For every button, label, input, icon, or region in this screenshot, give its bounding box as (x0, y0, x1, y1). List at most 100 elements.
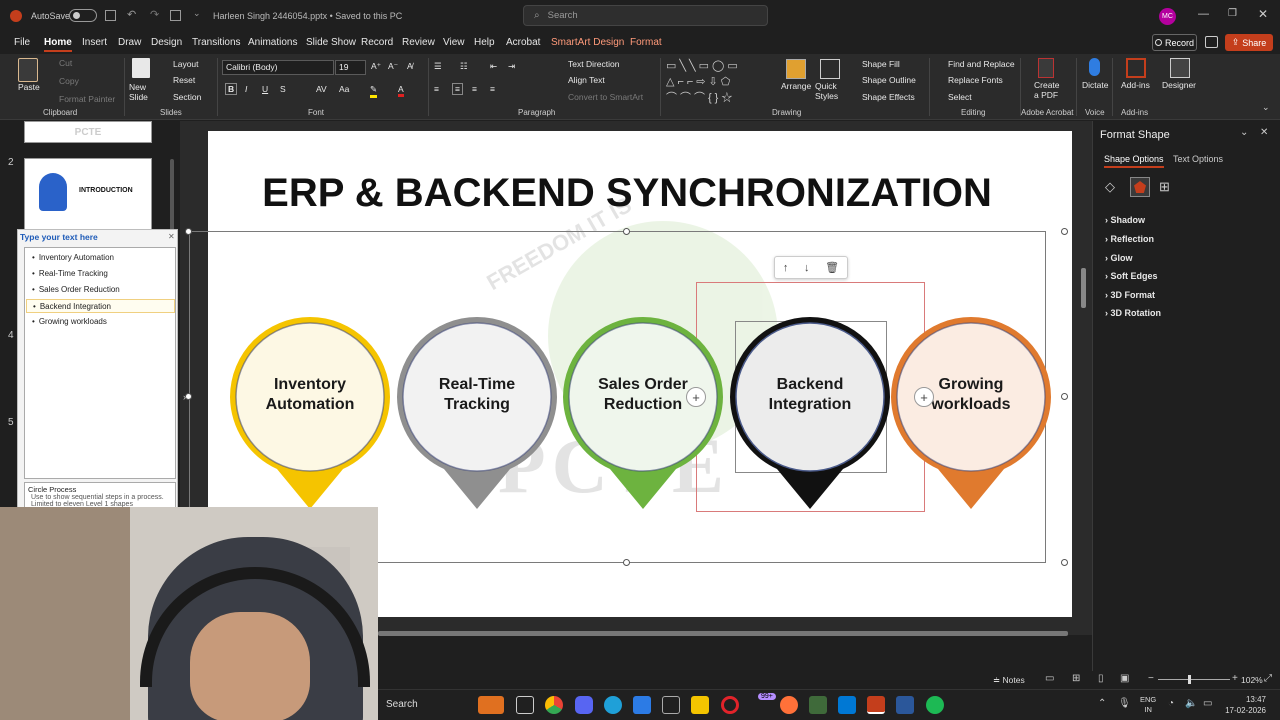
tab-review[interactable]: Review (402, 37, 435, 48)
italic-icon[interactable]: I (245, 84, 247, 94)
store-icon[interactable] (633, 696, 651, 714)
section-glow[interactable]: › Glow (1105, 253, 1133, 263)
vscode-icon[interactable] (838, 696, 856, 714)
add-shape-after-icon[interactable]: + (914, 387, 934, 407)
tray-mic-icon[interactable]: 🎙 (1118, 698, 1131, 709)
slideshow-view-icon[interactable]: ▣ (1120, 673, 1129, 684)
list-item[interactable]: • Real-Time Tracking (32, 269, 114, 278)
indent-icon[interactable]: ⇤ (490, 61, 497, 72)
size-properties-icon[interactable]: ⊞ (1159, 179, 1170, 195)
language-indicator[interactable]: ENG IN (1140, 695, 1156, 715)
copy-button[interactable]: Copy (59, 76, 79, 86)
restore-icon[interactable]: ❐ (1228, 8, 1237, 19)
font-color-icon[interactable]: A (398, 84, 404, 97)
tab-acrobat[interactable]: Acrobat (506, 37, 540, 48)
justify-icon[interactable]: ≡ (490, 84, 495, 94)
shapes-gallery[interactable]: ▭╲╲▭◯▭ △⌐⌐⇨⇩⬠ ⌒⌒⌒{}☆ (666, 58, 764, 106)
resize-handle-bc[interactable] (623, 559, 630, 566)
clear-format-icon[interactable]: A̸ (407, 61, 413, 71)
slide-thumbnail-2[interactable]: INTRODUCTION (24, 158, 152, 230)
slide-thumbnail-1[interactable]: PCTE (24, 121, 152, 143)
customize-toolbar-icon[interactable]: ⌄ (193, 8, 201, 19)
text-direction-button[interactable]: Text Direction (568, 59, 620, 69)
pin-shape-2[interactable]: Real-Time Tracking (397, 317, 557, 517)
task-view-icon[interactable] (516, 696, 534, 714)
addins-button[interactable]: Add-ins (1121, 80, 1150, 90)
slide-sorter-icon[interactable]: ⊞ (1072, 673, 1080, 684)
tab-help[interactable]: Help (474, 37, 495, 48)
font-name-field[interactable]: Calibri (Body) (222, 60, 334, 75)
discord-icon[interactable] (575, 696, 593, 714)
new-slide-icon[interactable] (132, 58, 150, 78)
list-item-active[interactable]: • Backend Integration (26, 299, 175, 313)
zoom-slider[interactable] (1158, 675, 1230, 684)
create-pdf-icon[interactable] (1038, 58, 1054, 78)
minimize-icon[interactable]: — (1198, 8, 1209, 20)
convert-smartart-button[interactable]: Convert to SmartArt (568, 92, 643, 102)
tab-insert[interactable]: Insert (82, 37, 107, 48)
canvas-horizontal-scrollbar[interactable] (378, 631, 1068, 636)
canvas-vertical-scrollbar[interactable] (1081, 268, 1086, 308)
tab-text-options[interactable]: Text Options (1173, 154, 1223, 164)
app-icon[interactable] (662, 696, 680, 714)
move-up-icon[interactable]: ↑ (783, 262, 789, 274)
redo-icon[interactable]: ↷ (150, 8, 159, 21)
tray-chevron-icon[interactable]: ⌃ (1098, 698, 1106, 709)
spotify-icon[interactable] (926, 696, 944, 714)
tab-smartart-design[interactable]: SmartArt Design (551, 37, 624, 48)
section-soft-edges[interactable]: › Soft Edges (1105, 271, 1158, 281)
clock[interactable]: 13:47 17-02-2026 (1221, 694, 1266, 716)
strikethrough-icon[interactable]: S (280, 84, 286, 94)
tab-record[interactable]: Record (361, 37, 393, 48)
tab-design[interactable]: Design (151, 37, 182, 48)
section-reflection[interactable]: › Reflection (1105, 234, 1154, 244)
zoom-out-icon[interactable]: − (1148, 673, 1154, 684)
reset-button[interactable]: Reset (173, 75, 195, 85)
pin-shape-1[interactable]: Inventory Automation (230, 317, 390, 517)
notes-button[interactable]: ≐ Notes (993, 675, 1025, 686)
align-text-button[interactable]: Align Text (568, 75, 605, 85)
text-pane-list[interactable]: • Inventory Automation • Real-Time Trackin… (24, 247, 176, 479)
slide-title[interactable]: ERP & BACKEND SYNCHRONIZATION (208, 171, 1046, 216)
effects-icon[interactable] (1130, 177, 1150, 197)
pane-options-icon[interactable]: ⌄ (1240, 127, 1248, 138)
list-item[interactable]: • Inventory Automation (32, 253, 120, 262)
designer-icon[interactable] (1170, 58, 1190, 78)
section-3d-format[interactable]: › 3D Format (1105, 290, 1155, 300)
shape-fill-button[interactable]: Shape Fill (862, 59, 900, 69)
microphone-icon[interactable] (1089, 58, 1100, 76)
pin-shape-5[interactable]: Growing workloads (891, 317, 1051, 517)
chrome-icon[interactable] (545, 696, 563, 714)
cut-button[interactable]: Cut (59, 58, 72, 68)
resize-handle-tc[interactable] (623, 228, 630, 235)
zoom-level[interactable]: 102% (1241, 675, 1263, 685)
addins-icon[interactable] (1126, 58, 1146, 78)
quick-styles-button[interactable]: Quick Styles (815, 81, 845, 101)
quick-styles-icon[interactable] (820, 59, 840, 79)
align-right-icon[interactable]: ≡ (472, 84, 477, 94)
fill-line-icon[interactable]: ◇ (1105, 179, 1115, 195)
mongodb-icon[interactable] (809, 696, 827, 714)
highlight-icon[interactable]: ✎ (370, 84, 378, 98)
select-button[interactable]: Select (948, 92, 972, 102)
arrange-icon[interactable] (786, 59, 806, 79)
shape-outline-button[interactable]: Shape Outline (862, 75, 916, 85)
taskbar-widget-icon[interactable] (478, 696, 504, 714)
delete-icon[interactable]: 🗑 (825, 261, 839, 274)
bullets-icon[interactable]: ☰ (434, 61, 442, 72)
text-pane-close-icon[interactable]: ✕ (168, 232, 175, 241)
create-pdf-button[interactable]: Create a PDF (1034, 80, 1064, 100)
font-shrink-icon[interactable]: A⁻ (388, 61, 398, 72)
autosave-toggle[interactable] (69, 9, 97, 22)
slideshow-icon[interactable] (170, 10, 181, 21)
resize-handle-tr[interactable] (1061, 228, 1068, 235)
bold-icon[interactable]: B (225, 83, 238, 95)
char-spacing-icon[interactable]: AV (316, 84, 327, 94)
tab-draw[interactable]: Draw (118, 37, 141, 48)
thumbnail-scrollbar[interactable] (170, 159, 174, 239)
reading-view-icon[interactable]: ▯ (1098, 673, 1104, 684)
firefox-icon[interactable] (780, 696, 798, 714)
section-button[interactable]: Section (173, 92, 201, 102)
save-icon[interactable] (105, 10, 116, 21)
section-3d-rotation[interactable]: › 3D Rotation (1105, 308, 1161, 318)
